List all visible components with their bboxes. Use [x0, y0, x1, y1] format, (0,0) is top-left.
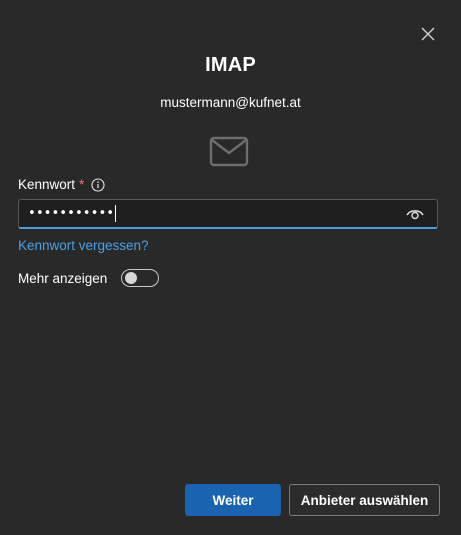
show-more-row: Mehr anzeigen: [18, 269, 160, 287]
show-more-toggle[interactable]: [121, 269, 160, 287]
password-input[interactable]: •••••••••••: [18, 199, 438, 229]
password-value: •••••••••••: [28, 205, 117, 222]
dialog-title: IMAP: [205, 54, 256, 76]
mail-envelope-icon: [209, 136, 249, 167]
choose-provider-button[interactable]: Anbieter auswählen: [289, 484, 440, 516]
forgot-password-link[interactable]: Kennwort vergessen?: [18, 238, 149, 253]
close-icon: [421, 27, 435, 41]
required-marker: *: [79, 177, 85, 192]
account-email: mustermann@kufnet.at: [160, 95, 301, 110]
text-caret: [115, 205, 117, 222]
eye-icon[interactable]: [405, 206, 425, 222]
toggle-knob: [125, 272, 138, 284]
password-label: Kennwort: [18, 177, 76, 192]
password-label-row: Kennwort *: [18, 177, 105, 192]
info-icon[interactable]: [91, 177, 105, 192]
show-more-label: Mehr anzeigen: [18, 270, 108, 286]
imap-dialog: IMAP mustermann@kufnet.at Kennwort * •••…: [0, 0, 461, 535]
continue-button[interactable]: Weiter: [185, 484, 281, 516]
close-button[interactable]: [416, 22, 440, 46]
